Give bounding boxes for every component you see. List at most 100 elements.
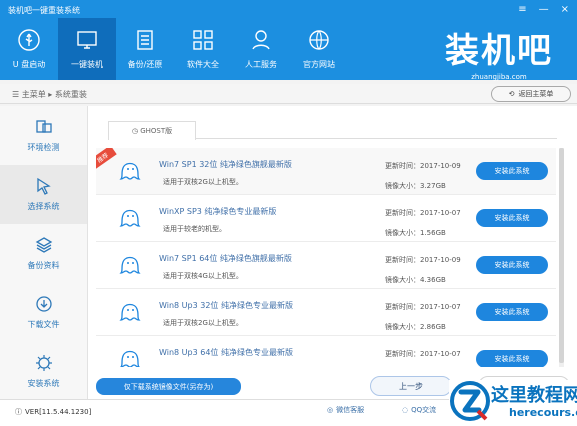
wechat-icon: ◎ bbox=[327, 406, 334, 414]
system-name: WinXP SP3 纯净绿色专业最新版 bbox=[159, 207, 277, 216]
wechat-support-link[interactable]: ◎ 微信客服 bbox=[327, 405, 364, 415]
system-size: 镜像大小：2.86GB bbox=[385, 323, 446, 331]
nav-usb-boot-label: U 盘启动 bbox=[12, 60, 46, 69]
select-icon bbox=[36, 177, 51, 195]
install-system-button[interactable]: 安装此系统 bbox=[476, 350, 548, 367]
system-selection-panel: ◷ GHOST版 推荐 Win7 SP1 32位 纯净绿色旗舰最新版 适用于双核… bbox=[88, 106, 577, 399]
service-icon bbox=[252, 30, 270, 50]
version-text: VER[11.5.44.1230] bbox=[25, 408, 92, 416]
breadcrumb-bar: ☰ 主菜单 ▸ 系统重装 ⟲ 返回主菜单 bbox=[0, 84, 577, 104]
recommended-badge: 推荐 bbox=[96, 148, 117, 170]
system-list-scrollbar[interactable] bbox=[559, 148, 564, 367]
watermark-url: herecours.com bbox=[509, 406, 577, 419]
apps-icon bbox=[193, 30, 213, 50]
system-tabs: ◷ GHOST版 bbox=[108, 121, 557, 140]
system-row-winxp[interactable]: WinXP SP3 纯净绿色专业最新版 适用于较老的机型。 更新时间：2017-… bbox=[96, 195, 556, 242]
system-name: Win8 Up3 32位 纯净绿色专业最新版 bbox=[159, 301, 293, 310]
sidebar-item-backup[interactable]: 备份资料 bbox=[0, 224, 87, 283]
system-row-win8-64[interactable]: Win8 Up3 64位 纯净绿色专业最新版 更新时间：2017-10-07 安… bbox=[96, 336, 556, 367]
nav-one-click-install[interactable]: 一键装机 bbox=[58, 18, 116, 80]
website-icon bbox=[309, 30, 329, 50]
tab-ghost-label: GHOST版 bbox=[140, 127, 173, 135]
usb-icon bbox=[18, 29, 40, 51]
window-title: 装机吧一键重装系统 bbox=[8, 6, 80, 15]
download-icon bbox=[35, 296, 52, 312]
system-size: 镜像大小：3.27GB bbox=[385, 182, 446, 190]
system-row-win7-32[interactable]: 推荐 Win7 SP1 32位 纯净绿色旗舰最新版 适用于双核2G以上机型。 更… bbox=[96, 148, 556, 195]
menu-list-icon: ☰ bbox=[12, 90, 20, 99]
system-updated: 更新时间：2017-10-07 bbox=[385, 350, 461, 358]
nav-service[interactable]: 人工服务 bbox=[232, 18, 290, 80]
wechat-label: 微信客服 bbox=[336, 406, 365, 414]
system-description: 适用于双核4G以上机型。 bbox=[163, 272, 243, 280]
system-meta: 更新时间：2017-10-07 bbox=[385, 344, 461, 364]
sidebar-item-download[interactable]: 下载文件 bbox=[0, 283, 87, 342]
system-description: 适用于双核2G以上机型。 bbox=[163, 319, 243, 327]
nav-usb-boot[interactable]: U 盘启动 bbox=[0, 18, 58, 80]
back-arrow-icon: ⟲ bbox=[508, 90, 515, 98]
minimize-icon[interactable]: — bbox=[539, 4, 549, 15]
back-to-main-button[interactable]: ⟲ 返回主菜单 bbox=[491, 86, 571, 102]
back-to-main-label: 返回主菜单 bbox=[518, 90, 554, 98]
nav-website-label: 官方网站 bbox=[303, 60, 335, 69]
system-row-win8-32[interactable]: Win8 Up3 32位 纯净绿色专业最新版 适用于双核2G以上机型。 更新时间… bbox=[96, 289, 556, 336]
nav-software[interactable]: 软件大全 bbox=[174, 18, 232, 80]
previous-step-button[interactable]: 上一步 bbox=[370, 376, 452, 396]
install-system-button[interactable]: 安装此系统 bbox=[476, 256, 548, 274]
system-size: 镜像大小：4.36GB bbox=[385, 276, 446, 284]
qq-icon: ◌ bbox=[402, 406, 409, 414]
info-icon: ⓘ bbox=[15, 408, 22, 416]
system-description: 适用于双核2G以上机型。 bbox=[163, 178, 243, 186]
install-system-button[interactable]: 安装此系统 bbox=[476, 209, 548, 227]
nav-website[interactable]: 官方网站 bbox=[290, 18, 348, 80]
sidebar-item-detect-label: 环境检测 bbox=[27, 143, 60, 152]
tab-ghost[interactable]: ◷ GHOST版 bbox=[108, 121, 196, 140]
nav-service-label: 人工服务 bbox=[245, 60, 277, 69]
scrollbar-thumb[interactable] bbox=[559, 148, 564, 363]
site-watermark: 这里教程网 herecours.com bbox=[449, 380, 577, 426]
sidebar-item-select-system[interactable]: 选择系统 bbox=[0, 165, 87, 224]
menu-icon[interactable]: ≡ bbox=[518, 4, 526, 15]
nav-software-label: 软件大全 bbox=[187, 60, 219, 69]
system-name: Win7 SP1 32位 纯净绿色旗舰最新版 bbox=[159, 160, 292, 169]
system-meta: 更新时间：2017-10-09 镜像大小：3.27GB bbox=[385, 156, 461, 196]
download-image-only-button[interactable]: 仅下载系统镜像文件(另存为) bbox=[96, 378, 241, 395]
system-updated: 更新时间：2017-10-07 bbox=[385, 303, 461, 311]
window-controls: ≡ — × bbox=[518, 4, 569, 15]
ghost-system-icon bbox=[120, 350, 140, 367]
install-icon bbox=[35, 355, 52, 371]
brand-title: 装机吧 bbox=[445, 31, 553, 71]
install-steps-sidebar: 环境检测 选择系统 备份资料 下载文件 安装系统 bbox=[0, 106, 88, 399]
system-meta: 更新时间：2017-10-07 镜像大小：1.56GB bbox=[385, 203, 461, 243]
qq-support-link[interactable]: ◌ QQ交流 bbox=[402, 405, 436, 415]
nav-backup-restore[interactable]: 备份/还原 bbox=[116, 18, 174, 80]
version-info: ⓘ VER[11.5.44.1230] bbox=[15, 407, 91, 417]
ghost-system-icon bbox=[119, 209, 141, 227]
watermark-logo-icon bbox=[450, 381, 490, 421]
sidebar-item-detect[interactable]: 环境检测 bbox=[0, 106, 87, 165]
system-size: 镜像大小：1.56GB bbox=[385, 229, 446, 237]
install-system-button[interactable]: 安装此系统 bbox=[476, 303, 548, 321]
sidebar-item-download-label: 下载文件 bbox=[27, 320, 60, 329]
system-name: Win7 SP1 64位 纯净绿色旗舰最新版 bbox=[159, 254, 292, 263]
qq-label: QQ交流 bbox=[411, 406, 437, 414]
ghost-system-icon bbox=[119, 256, 141, 274]
system-list: 推荐 Win7 SP1 32位 纯净绿色旗舰最新版 适用于双核2G以上机型。 更… bbox=[96, 148, 556, 367]
system-updated: 更新时间：2017-10-09 bbox=[385, 162, 461, 170]
sidebar-item-select-system-label: 选择系统 bbox=[27, 202, 60, 211]
brand-domain: zhuangjiba.com bbox=[471, 73, 527, 81]
system-meta: 更新时间：2017-10-09 镜像大小：4.36GB bbox=[385, 250, 461, 290]
backup-icon bbox=[137, 30, 153, 50]
watermark-title: 这里教程网 bbox=[491, 385, 577, 406]
system-updated: 更新时间：2017-10-09 bbox=[385, 256, 461, 264]
system-row-win7-64[interactable]: Win7 SP1 64位 纯净绿色旗舰最新版 适用于双核4G以上机型。 更新时间… bbox=[96, 242, 556, 289]
breadcrumb-root[interactable]: 主菜单 bbox=[22, 90, 46, 99]
main-nav: U 盘启动 一键装机 备份/还原 软件大全 人工服务 官方网站 bbox=[0, 18, 348, 80]
sidebar-item-install[interactable]: 安装系统 bbox=[0, 342, 87, 401]
nav-one-click-install-label: 一键装机 bbox=[71, 60, 103, 69]
brand-logo: 装机吧 zhuangjiba.com bbox=[445, 23, 553, 81]
install-system-button[interactable]: 安装此系统 bbox=[476, 162, 548, 180]
close-icon[interactable]: × bbox=[561, 4, 569, 15]
system-meta: 更新时间：2017-10-07 镜像大小：2.86GB bbox=[385, 297, 461, 337]
nav-backup-restore-label: 备份/还原 bbox=[127, 60, 163, 69]
